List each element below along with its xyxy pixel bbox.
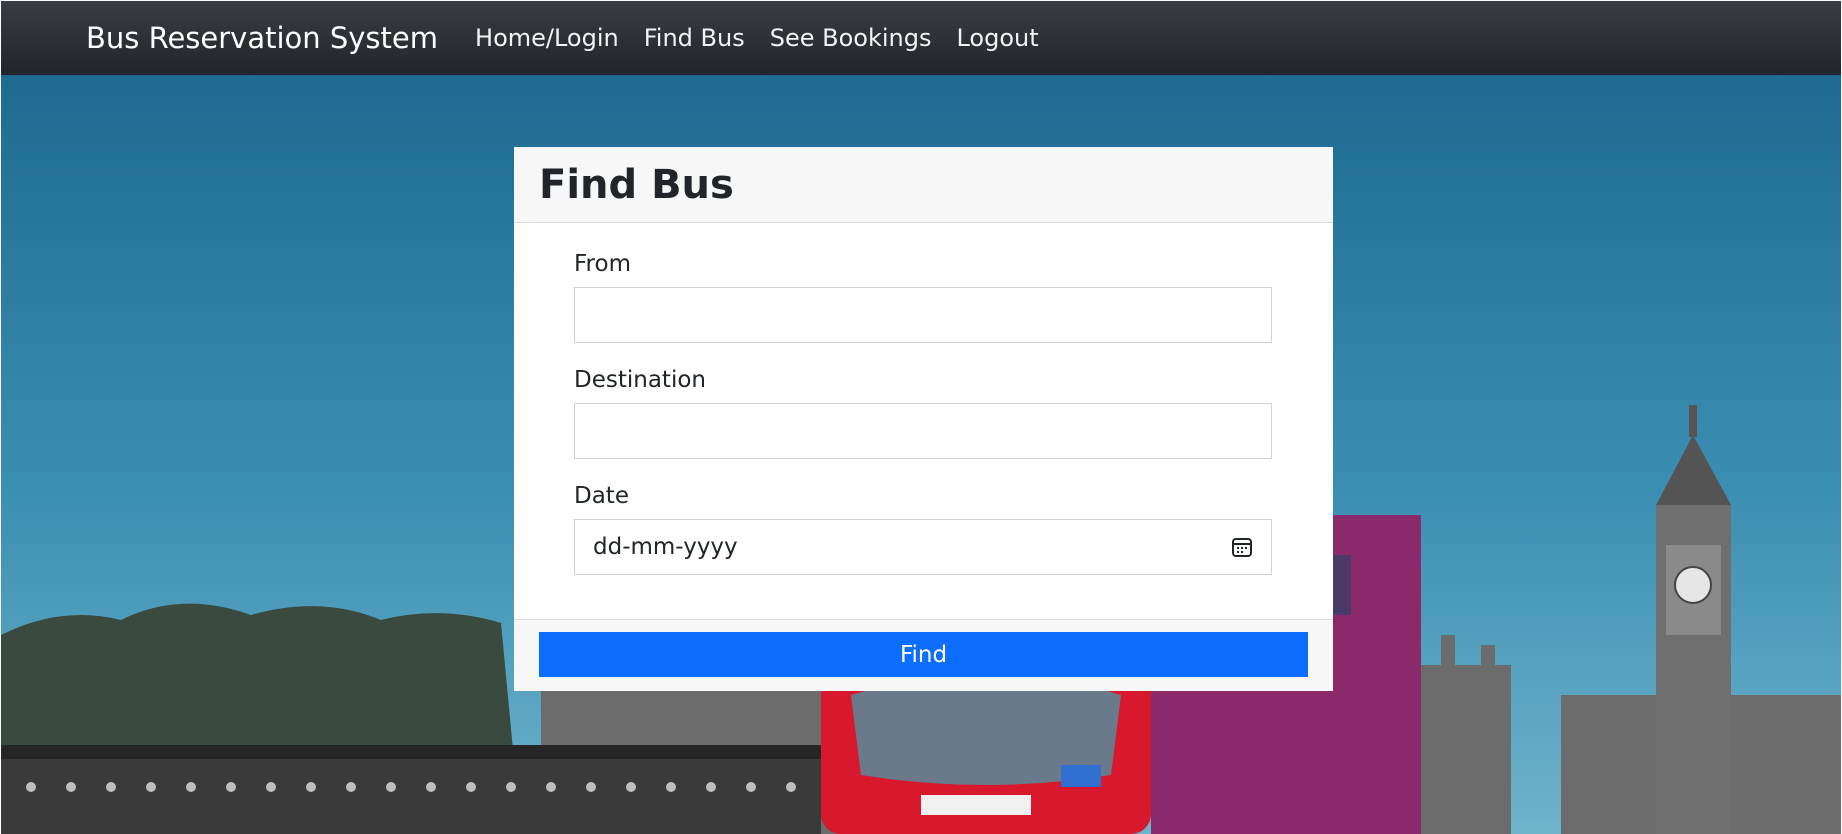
find-bus-card: Find Bus From Destination Date dd-mm-yyy…	[514, 147, 1333, 691]
date-input[interactable]: dd-mm-yyyy	[574, 519, 1272, 575]
destination-label: Destination	[574, 367, 706, 393]
date-label: Date	[574, 483, 629, 509]
top-navbar: Bus Reservation System Home/Login Find B…	[1, 1, 1841, 75]
find-button[interactable]: Find	[539, 632, 1308, 677]
card-body: From Destination Date dd-mm-yyyy	[514, 223, 1333, 623]
calendar-icon[interactable]	[1231, 536, 1253, 558]
nav-link-find-bus[interactable]: Find Bus	[644, 24, 745, 52]
from-label: From	[574, 251, 631, 277]
card-header: Find Bus	[514, 147, 1333, 223]
card-title: Find Bus	[539, 161, 734, 208]
brand-title[interactable]: Bus Reservation System	[86, 21, 438, 55]
page: Bus Reservation System Home/Login Find B…	[0, 0, 1842, 834]
from-input[interactable]	[574, 287, 1272, 343]
nav-link-home-login[interactable]: Home/Login	[475, 24, 619, 52]
date-placeholder: dd-mm-yyyy	[593, 534, 738, 560]
nav-link-see-bookings[interactable]: See Bookings	[770, 24, 932, 52]
card-footer: Find	[514, 619, 1333, 691]
destination-input[interactable]	[574, 403, 1272, 459]
nav-link-logout[interactable]: Logout	[956, 24, 1038, 52]
